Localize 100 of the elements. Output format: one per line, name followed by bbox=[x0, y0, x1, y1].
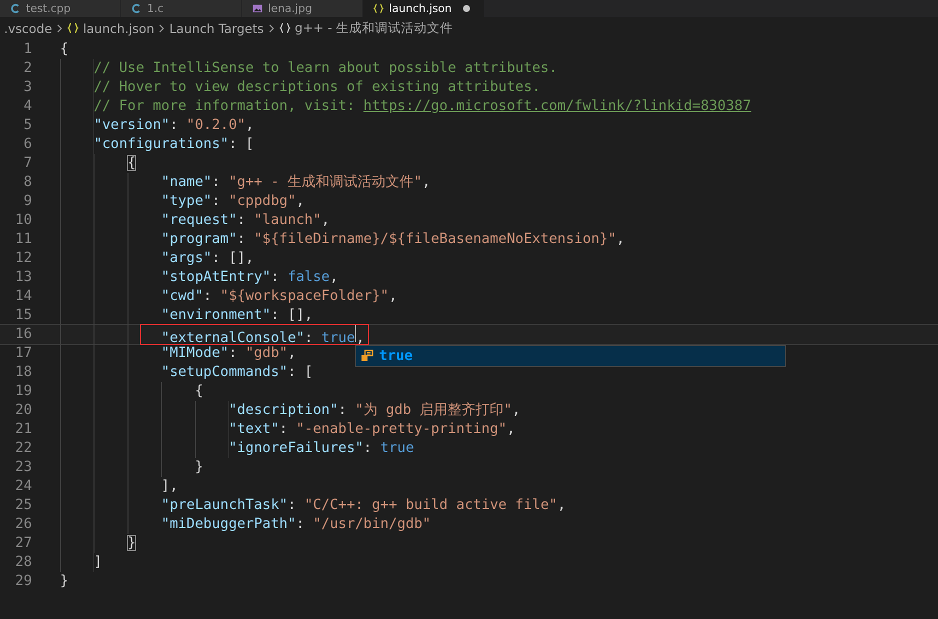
suggestion-item[interactable]: true bbox=[356, 346, 785, 366]
chevron-right-icon bbox=[158, 22, 166, 34]
line-number: 15 bbox=[14, 306, 32, 325]
line-number: 27 bbox=[14, 534, 32, 553]
breadcrumb-item[interactable]: Launch Targets bbox=[169, 20, 264, 36]
punctuation: , bbox=[506, 421, 516, 437]
boolean-value: true bbox=[321, 330, 356, 346]
punctuation: , bbox=[356, 330, 364, 346]
property-key: "environment" bbox=[161, 307, 271, 323]
c-file-icon bbox=[131, 3, 142, 14]
matched-bracket: } bbox=[127, 535, 136, 551]
punctuation: , bbox=[388, 288, 398, 304]
editor-tab[interactable]: launch.json bbox=[363, 0, 485, 17]
punctuation: { bbox=[194, 383, 204, 399]
braces-icon bbox=[278, 22, 291, 34]
line-number: 25 bbox=[14, 496, 32, 515]
punctuation: : bbox=[279, 421, 289, 437]
punctuation: , bbox=[330, 269, 338, 285]
punctuation: , bbox=[321, 212, 330, 228]
punctuation: } bbox=[194, 459, 204, 475]
line-number: 29 bbox=[14, 572, 32, 591]
chevron-right-icon bbox=[268, 22, 275, 34]
editor-tab[interactable]: test.cpp bbox=[0, 0, 121, 17]
property-key: "name" bbox=[161, 174, 212, 190]
line-number: 18 bbox=[14, 363, 32, 382]
punctuation: : bbox=[338, 402, 348, 418]
punctuation: { bbox=[60, 41, 68, 57]
string-value: "gdb" bbox=[245, 345, 288, 361]
editor-tab[interactable]: lena.jpg bbox=[242, 0, 363, 17]
unsaved-dot-icon bbox=[462, 5, 470, 12]
braces-icon bbox=[373, 3, 384, 14]
comment-link[interactable]: https://go.microsoft.com/fwlink/?linkid=830387 bbox=[363, 98, 752, 114]
property-key: "setupCommands" bbox=[161, 364, 288, 380]
code-comment: // Use IntelliSense to learn about possible attributes. bbox=[94, 60, 558, 76]
line-number: 22 bbox=[14, 439, 32, 458]
line-number: 26 bbox=[14, 515, 32, 534]
string-value: "launch" bbox=[254, 212, 322, 228]
property-key: "description" bbox=[228, 402, 338, 418]
string-value: "cppdbg" bbox=[228, 193, 296, 209]
punctuation: , bbox=[296, 193, 304, 209]
line-number: 4 bbox=[22, 97, 32, 116]
line-number: 8 bbox=[22, 173, 32, 192]
punctuation: : bbox=[270, 269, 280, 285]
punctuation: : bbox=[237, 231, 246, 247]
string-value: "C/C++: g++ build active file" bbox=[304, 497, 558, 513]
line-number: 23 bbox=[14, 458, 32, 477]
string-value: "${workspaceFolder}" bbox=[220, 288, 389, 304]
property-key: "args" bbox=[161, 250, 212, 266]
string-value: "g++ - 生成和调试活动文件" bbox=[228, 174, 422, 190]
code-comment: // For more information, visit: bbox=[94, 98, 356, 114]
breadcrumb-item[interactable]: .vscode bbox=[4, 20, 52, 36]
line-number: 1 bbox=[22, 40, 32, 59]
property-key: "version" bbox=[94, 117, 170, 133]
line-number: 12 bbox=[14, 249, 32, 268]
property-key: "stopAtEntry" bbox=[161, 269, 271, 285]
line-number: 28 bbox=[14, 553, 32, 572]
property-key: "MIMode" bbox=[161, 345, 229, 361]
punctuation: , bbox=[288, 345, 296, 361]
editor-tab[interactable]: 1.c bbox=[121, 0, 242, 17]
punctuation: : bbox=[288, 497, 298, 513]
breadcrumb-item[interactable]: g++ - 生成和调试活动文件 bbox=[278, 20, 454, 36]
line-number: 5 bbox=[22, 116, 32, 135]
boolean-value: true bbox=[380, 440, 414, 456]
c-file-icon bbox=[10, 3, 21, 14]
line-number: 10 bbox=[14, 211, 32, 230]
punctuation: } bbox=[60, 573, 68, 589]
punctuation: , bbox=[557, 497, 566, 513]
line-number: 24 bbox=[14, 477, 32, 496]
punctuation: , bbox=[616, 231, 625, 247]
punctuation: : bbox=[228, 345, 238, 361]
punctuation: : bbox=[212, 193, 222, 209]
property-key: "program" bbox=[161, 231, 237, 247]
line-number: 9 bbox=[22, 192, 32, 211]
punctuation: : bbox=[203, 288, 213, 304]
string-value: "/usr/bin/gdb" bbox=[312, 516, 431, 532]
punctuation: , bbox=[245, 117, 254, 133]
line-number: 11 bbox=[14, 230, 32, 249]
string-value: "-enable-pretty-printing" bbox=[296, 421, 507, 437]
matched-bracket: { bbox=[127, 155, 136, 171]
punctuation: : [], bbox=[270, 307, 313, 323]
punctuation: : bbox=[237, 212, 246, 228]
breadcrumb-item[interactable]: launch.json bbox=[67, 20, 154, 36]
property-key: "preLaunchTask" bbox=[161, 497, 288, 513]
property-key: "request" bbox=[161, 212, 237, 228]
punctuation: ], bbox=[161, 478, 178, 494]
line-number: 20 bbox=[14, 401, 32, 420]
string-value: "${fileDirname}/${fileBasenameNoExtension}" bbox=[254, 231, 616, 247]
line-number: 14 bbox=[14, 287, 32, 306]
property-key: "text" bbox=[228, 421, 280, 437]
line-number: 19 bbox=[14, 382, 32, 401]
punctuation: : [], bbox=[212, 250, 254, 266]
image-file-icon bbox=[252, 3, 263, 14]
property-key: "configurations" bbox=[94, 136, 229, 152]
code-comment: // Hover to view descriptions of existing attributes. bbox=[94, 79, 540, 95]
punctuation: , bbox=[422, 174, 430, 190]
punctuation: ] bbox=[94, 554, 102, 570]
line-number: 17 bbox=[14, 344, 32, 363]
line-number: 16 bbox=[14, 325, 32, 344]
property-key: "ignoreFailures" bbox=[228, 440, 364, 456]
line-number: 21 bbox=[14, 420, 32, 439]
